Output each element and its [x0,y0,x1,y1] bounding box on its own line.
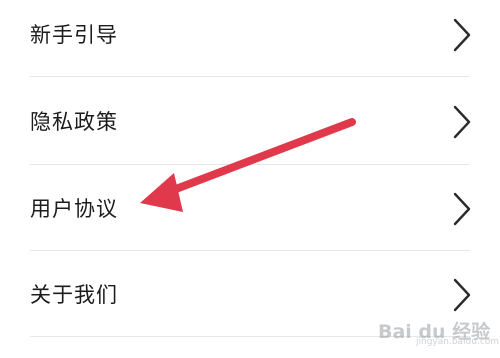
divider [30,76,470,77]
settings-item-user-agreement[interactable]: 用户协议 [0,174,500,250]
settings-item-privacy-policy[interactable]: 隐私政策 [0,87,500,163]
watermark-sub: jingyan.baidu.com [416,337,500,347]
chevron-right-icon [453,105,471,139]
settings-item-label: 新手引导 [30,23,118,47]
chevron-right-icon [453,192,471,226]
settings-item-label: 关于我们 [30,283,118,307]
divider [30,250,470,251]
chevron-right-icon [453,18,471,52]
settings-list: 新手引导 隐私政策 用户协议 关于我们 [0,0,500,358]
settings-item-guide[interactable]: 新手引导 [0,0,500,76]
settings-item-label: 用户协议 [30,197,118,221]
settings-item-label: 隐私政策 [30,110,118,134]
chevron-right-icon [453,278,471,312]
divider [30,164,470,165]
watermark: Bai du 经验 jingyan.baidu.com [378,310,500,354]
